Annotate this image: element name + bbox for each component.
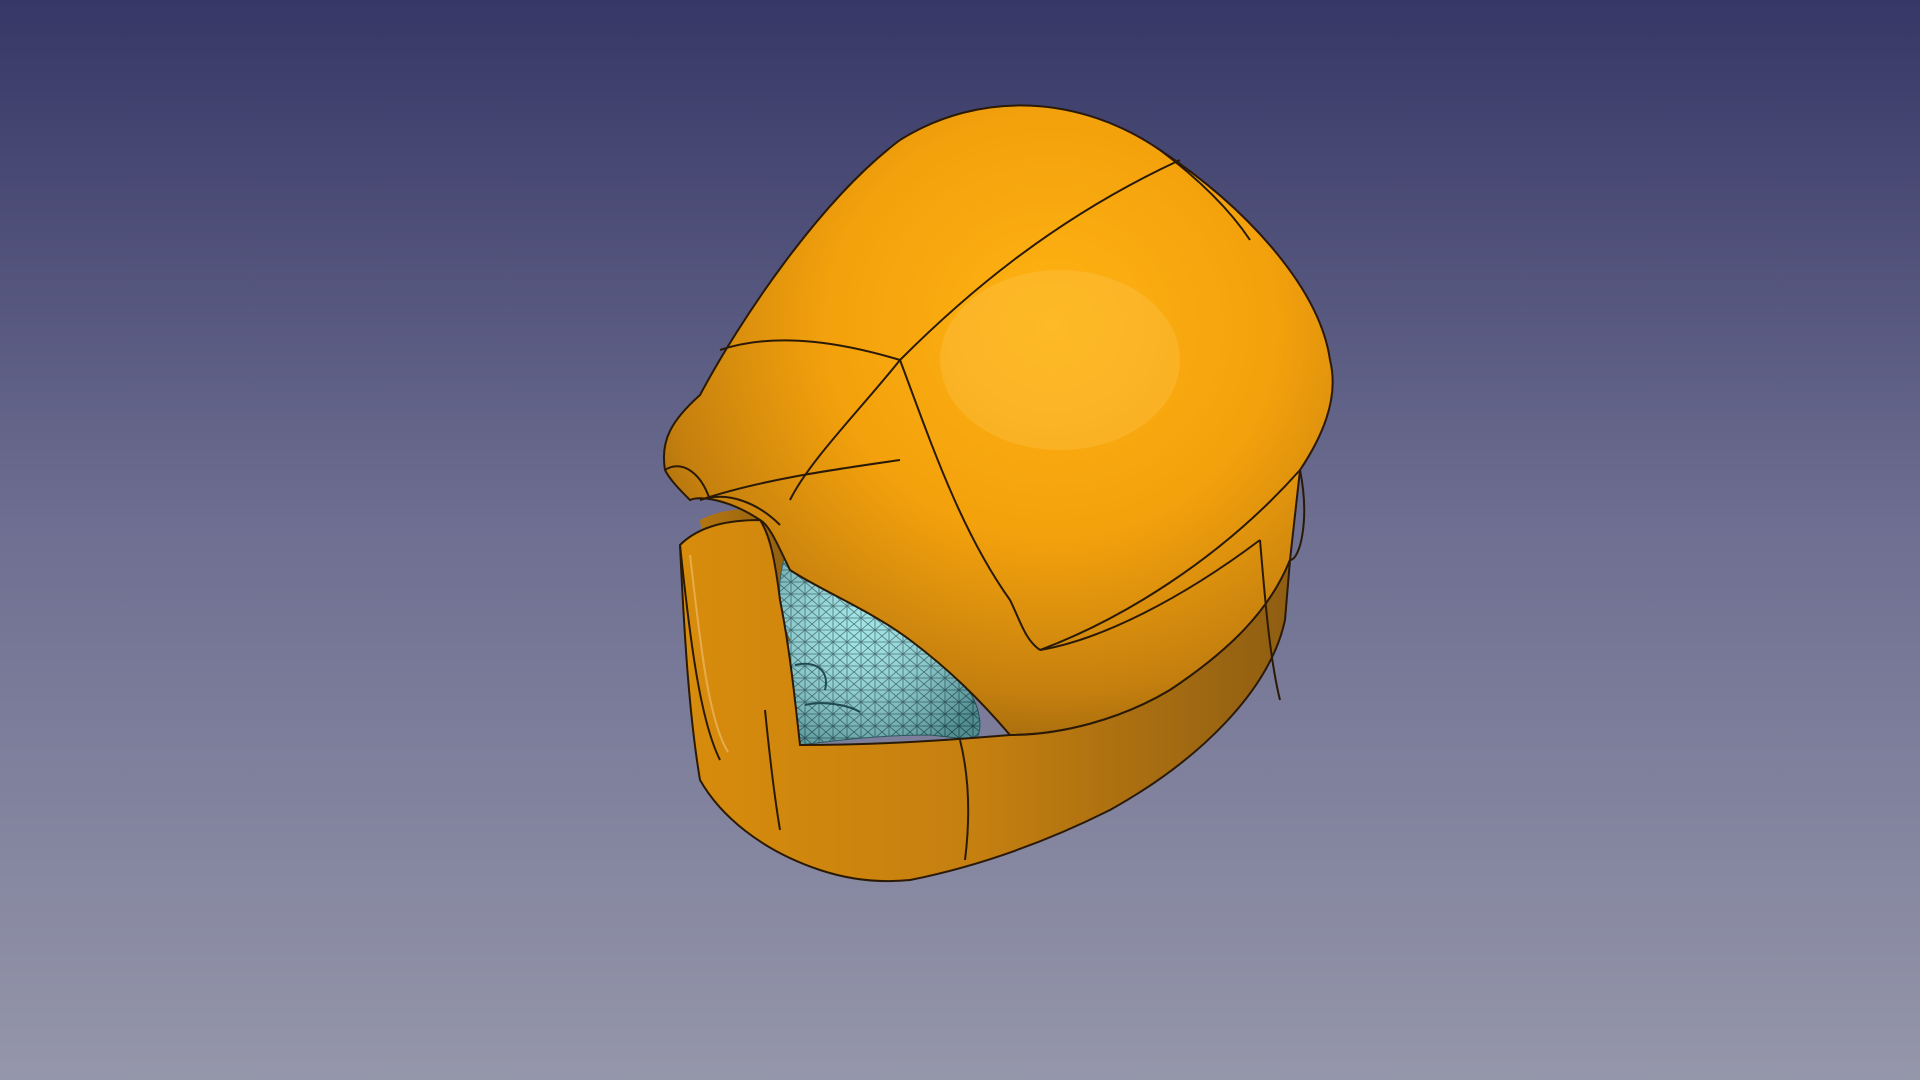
specular-highlight	[940, 270, 1180, 450]
3d-viewport[interactable]	[0, 0, 1920, 1080]
scene-canvas[interactable]	[0, 0, 1920, 1080]
